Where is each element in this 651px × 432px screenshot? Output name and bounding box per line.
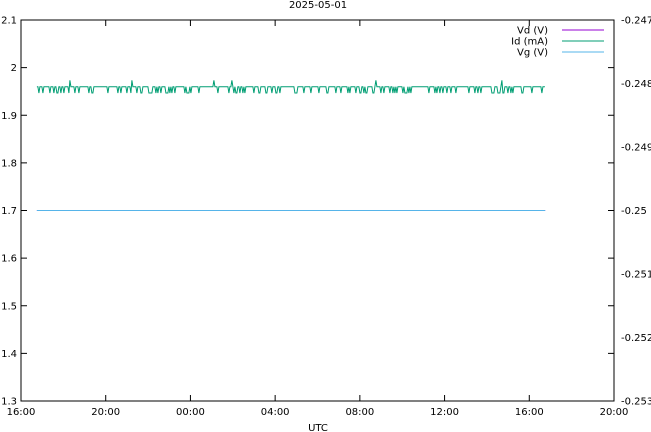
legend-label: Vg (V): [517, 48, 548, 59]
x-tick-label: 08:00: [345, 407, 374, 418]
y2-tick-label: -0.25: [621, 206, 647, 217]
legend-label: Id (mA): [511, 37, 548, 48]
y-tick-label: 2: [11, 63, 17, 74]
y-tick-label: 1.9: [1, 111, 17, 122]
y-tick-label: 1.8: [1, 158, 17, 169]
x-tick-label: 20:00: [91, 407, 120, 418]
x-axis-label: UTC: [308, 423, 328, 432]
series-id-line: [36, 80, 545, 94]
y2-tick-label: -0.251: [621, 270, 651, 281]
x-axis: 16:00 20:00 00:00 04:00 08:00 12:00 16:00 20:00: [7, 20, 629, 418]
chart: 2025-05-01 1.3 1.4 1.5 1.6 1.7 1.8 1.9 2 2.1 -0.…: [1, 0, 651, 432]
x-tick-label: 16:00: [515, 407, 544, 418]
chart-title: 2025-05-01: [289, 0, 347, 11]
legend-label: Vd (V): [517, 26, 548, 37]
x-tick-label: 12:00: [430, 407, 459, 418]
x-tick-label: 20:00: [600, 407, 629, 418]
x-tick-label: 00:00: [176, 407, 205, 418]
y2-tick-label: -0.253: [621, 397, 651, 408]
x-tick-label: 04:00: [261, 407, 290, 418]
y-tick-label: 2.1: [1, 16, 17, 27]
x-tick-label: 16:00: [7, 407, 36, 418]
y-tick-label: 1.7: [1, 206, 17, 217]
y2-axis: -0.253 -0.252 -0.251 -0.25 -0.249 -0.248 -0.24…: [621, 16, 651, 408]
legend: Vd (V)Id (mA)Vg (V): [511, 26, 604, 59]
y-tick-label: 1.5: [1, 301, 17, 312]
y-tick-label: 1.6: [1, 254, 17, 265]
y2-tick-label: -0.249: [621, 143, 651, 154]
series-layer: [36, 80, 546, 211]
y-tick-label: 1.3: [1, 397, 17, 408]
y-tick-label: 1.4: [1, 349, 17, 360]
y2-tick-label: -0.252: [621, 333, 651, 344]
y-axis: 1.3 1.4 1.5 1.6 1.7 1.8 1.9 2 2.1: [1, 16, 614, 408]
y2-tick-label: -0.248: [621, 79, 651, 90]
y2-tick-label: -0.247: [621, 16, 651, 27]
